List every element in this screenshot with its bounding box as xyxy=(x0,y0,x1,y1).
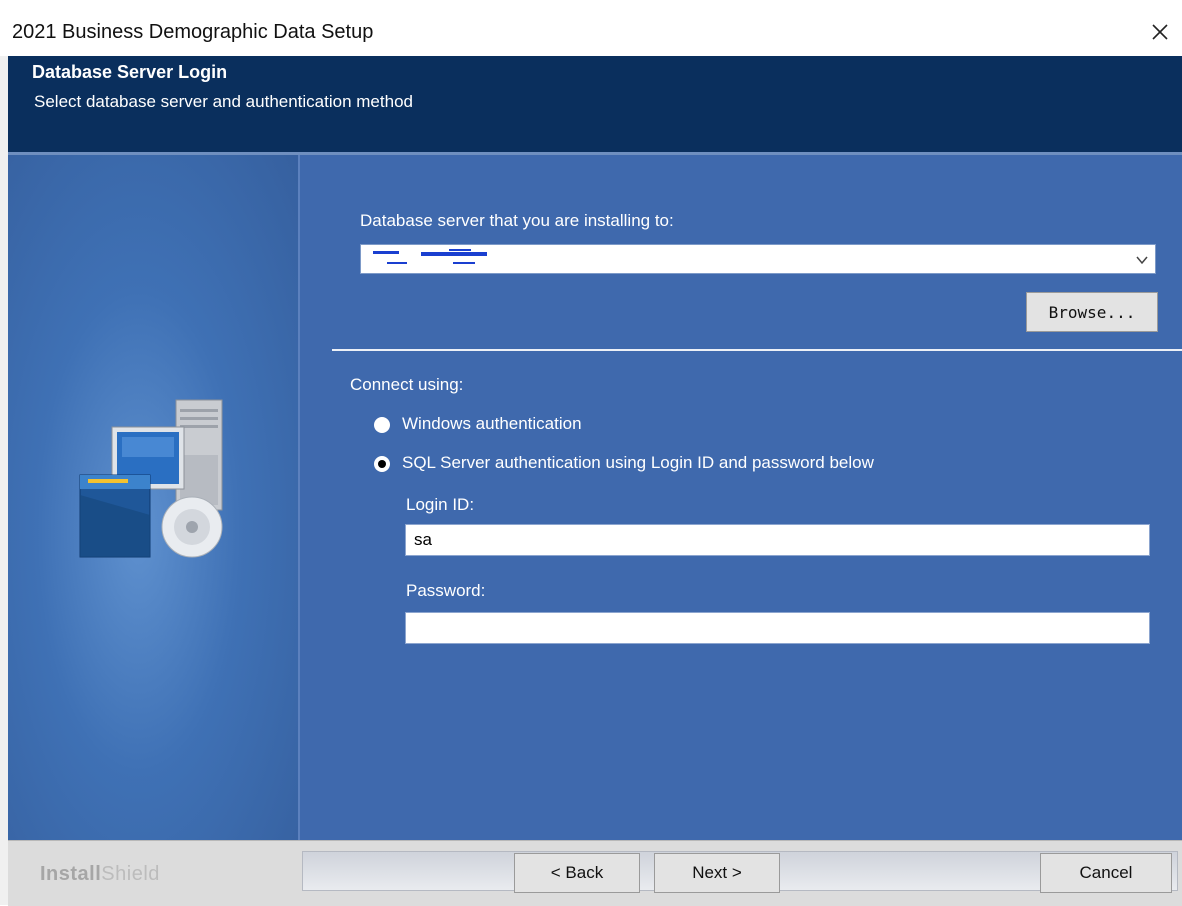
section-separator xyxy=(332,349,1182,351)
side-graphic-panel xyxy=(8,155,298,840)
brand-shield: Shield xyxy=(101,863,160,885)
close-button[interactable] xyxy=(1138,12,1182,52)
browse-button[interactable]: Browse... xyxy=(1026,292,1158,332)
radio-sql-auth[interactable] xyxy=(374,456,390,472)
connect-using-label: Connect using: xyxy=(350,375,464,394)
sql-auth-label[interactable]: SQL Server authentication using Login ID… xyxy=(402,453,874,473)
password-input[interactable] xyxy=(405,612,1150,644)
header-banner: Database Server Login Select database se… xyxy=(8,56,1182,152)
content-area: Database server that you are installing … xyxy=(8,155,1182,840)
title-bar: 2021 Business Demographic Data Setup xyxy=(0,0,1182,56)
brand-install: Install xyxy=(40,863,102,885)
page-title: Database Server Login xyxy=(32,62,228,82)
windows-auth-label[interactable]: Windows authentication xyxy=(402,414,582,434)
server-label: Database server that you are installing … xyxy=(360,211,674,230)
panel-divider xyxy=(298,155,300,840)
database-setup-graphic xyxy=(79,399,223,558)
next-button[interactable]: Next > xyxy=(654,853,780,893)
installshield-logo: InstallShield xyxy=(40,863,160,886)
page-subtitle: Select database server and authenticatio… xyxy=(34,92,413,111)
cancel-button[interactable]: Cancel xyxy=(1040,853,1172,893)
login-id-input[interactable] xyxy=(405,524,1150,556)
chevron-down-icon xyxy=(1136,256,1148,265)
back-button[interactable]: < Back xyxy=(514,853,640,893)
setup-window: 2021 Business Demographic Data Setup Dat… xyxy=(0,0,1182,906)
close-icon xyxy=(1152,24,1168,40)
login-id-label: Login ID: xyxy=(406,495,475,514)
footer-bar: InstallShield < Back Next > Cancel xyxy=(8,840,1182,906)
database-server-combobox[interactable] xyxy=(360,244,1156,274)
window-title: 2021 Business Demographic Data Setup xyxy=(12,21,374,43)
radio-windows-auth[interactable] xyxy=(374,417,390,433)
radio-selected-dot xyxy=(378,460,386,468)
redacted-server-name xyxy=(373,249,487,264)
password-label: Password: xyxy=(406,581,486,600)
